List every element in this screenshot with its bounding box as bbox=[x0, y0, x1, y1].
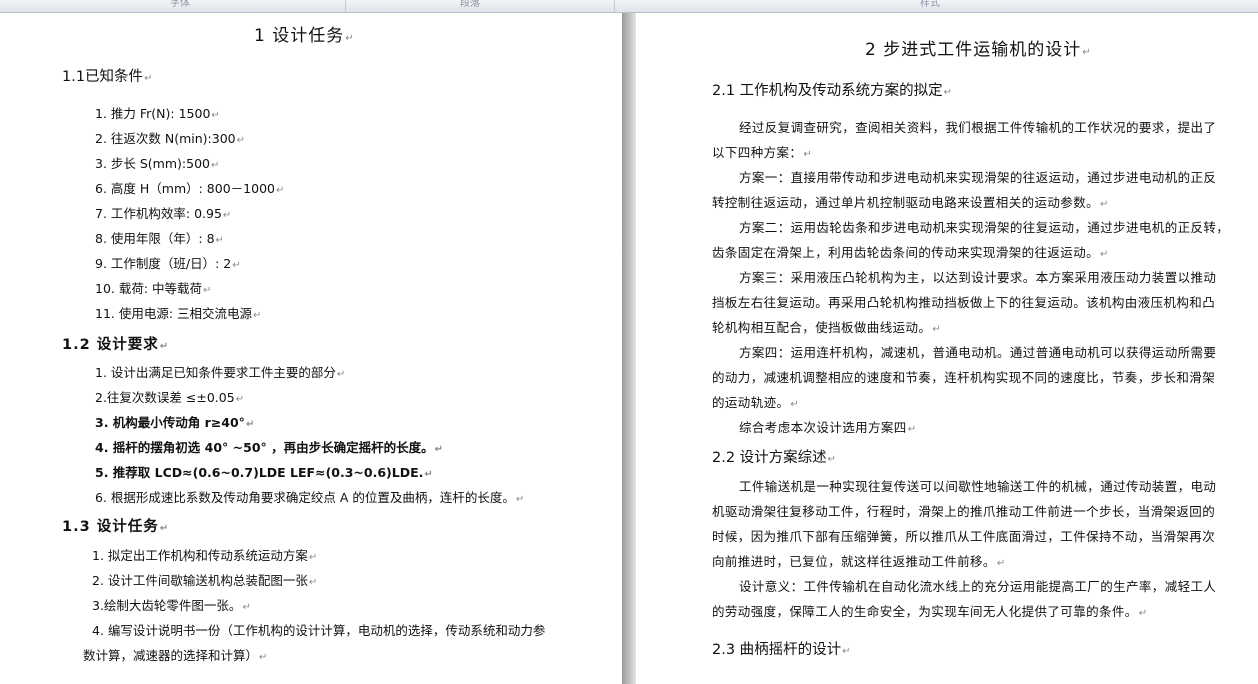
ribbon-group-font[interactable]: 字体 bbox=[110, 0, 250, 9]
ribbon-group-paragraph[interactable]: 段落 bbox=[400, 0, 540, 9]
list-item: 10. 载荷: 中等载荷↵ bbox=[95, 281, 212, 296]
chapter-title: 1 设计任务↵ bbox=[254, 26, 355, 46]
section-title: 1.3 设计任务↵ bbox=[62, 519, 170, 535]
section-title: 1.2 设计要求↵ bbox=[62, 337, 170, 353]
section-title: 2.3 曲柄摇杆的设计↵ bbox=[712, 642, 851, 658]
section-title: 1.1已知条件↵ bbox=[62, 69, 153, 85]
paragraph-line: 向前推进时，已复位，就这样往返推动工件前移。↵ bbox=[712, 554, 1006, 569]
paragraph-line: 时候，因为推爪下部有压缩弹簧，所以推爪从工件底面滑过，工件保持不动，当滑架再次 bbox=[712, 529, 1216, 544]
paragraph-line: 方案二：运用齿轮齿条和步进电动机来实现滑架的往复运动，通过步进电机的正反转， bbox=[739, 220, 1230, 235]
list-item: 1. 拟定出工作机构和传动系统运动方案↵ bbox=[92, 548, 318, 563]
document-page-right[interactable]: 2 步进式工件运输机的设计↵ 2.1 工作机构及传动系统方案的拟定↵ 经过反复调… bbox=[636, 13, 1258, 684]
list-item-continuation: 数计算，减速器的选择和计算）↵ bbox=[83, 648, 268, 663]
list-item: 3.绘制大齿轮零件图一张。↵ bbox=[92, 598, 251, 613]
ribbon-strip: 字体 段落 样式 bbox=[0, 0, 1258, 13]
paragraph-line: 的劳动强度，保障工人的生命安全，为实现车间无人化提供了可靠的条件。↵ bbox=[712, 604, 1148, 619]
paragraph-line: 以下四种方案：↵ bbox=[712, 145, 813, 160]
paragraph-line: 经过反复调查研究，查阅相关资料，我们根据工件传输机的工作状况的要求，提出了 bbox=[739, 120, 1217, 135]
paragraph-line: 转控制往返运动，通过单片机控制驱动电路来设置相关的运动参数。↵ bbox=[712, 195, 1109, 210]
list-item: 1. 推力 Fr(N): 1500↵ bbox=[95, 106, 220, 121]
paragraph-line: 方案三：采用液压凸轮机构为主，以达到设计要求。本方案采用液压动力装置以推动 bbox=[739, 270, 1217, 285]
list-item: 11. 使用电源: 三相交流电源↵ bbox=[95, 306, 262, 321]
ribbon-separator bbox=[614, 0, 615, 12]
list-item: 7. 工作机构效率: 0.95↵ bbox=[95, 206, 232, 221]
list-item: 6. 根据形成速比系数及传动角要求确定绞点 A 的位置及曲柄，连杆的长度。↵ bbox=[95, 490, 525, 505]
list-item: 2. 往返次数 N(min):300↵ bbox=[95, 131, 246, 146]
list-item: 1. 设计出满足已知条件要求工件主要的部分↵ bbox=[95, 365, 346, 380]
paragraph-line: 轮机构相互配合，使挡板做曲线运动。↵ bbox=[712, 320, 942, 335]
list-item: 6. 高度 H（mm）: 800－1000↵ bbox=[95, 181, 285, 196]
list-item: 3. 步长 S(mm):500↵ bbox=[95, 156, 220, 171]
chapter-title: 2 步进式工件运输机的设计↵ bbox=[865, 40, 1092, 60]
paragraph-line: 综合考虑本次设计选用方案四↵ bbox=[739, 420, 917, 435]
list-item: 4. 摇杆的摆角初选 40° ~50° ，再由步长确定摇杆的长度。↵ bbox=[95, 440, 444, 455]
list-item: 4. 编写设计说明书一份（工作机构的设计计算，电动机的选择，传动系统和动力参 bbox=[92, 623, 546, 638]
paragraph-line: 的动力，减速机调整相应的速度和节奏，连杆机构实现不同的速度比，节奏，步长和滑架 bbox=[712, 370, 1216, 385]
list-item: 3. 机构最小传动角 r≥40°↵ bbox=[95, 415, 255, 430]
paragraph-line: 的运动轨迹。↵ bbox=[712, 395, 800, 410]
paragraph-line: 工件输送机是一种实现往复传送可以间歇性地输送工件的机械，通过传动装置，电动 bbox=[739, 479, 1217, 494]
list-item: 8. 使用年限（年）: 8↵ bbox=[95, 231, 224, 246]
paragraph-line: 方案一：直接用带传动和步进电动机来实现滑架的往返运动，通过步进电动机的正反 bbox=[739, 170, 1217, 185]
document-page-left[interactable]: 1 设计任务↵ 1.1已知条件↵ 1. 推力 Fr(N): 1500↵ 2. 往… bbox=[0, 13, 622, 684]
list-item: 2.往复次数误差 ≤±0.05↵ bbox=[95, 390, 245, 405]
section-title: 2.2 设计方案综述↵ bbox=[712, 450, 837, 466]
paragraph-line: 方案四：运用连杆机构，减速机，普通电动机。通过普通电动机可以获得运动所需要 bbox=[739, 345, 1217, 360]
ribbon-separator bbox=[345, 0, 346, 12]
paragraph-line: 齿条固定在滑架上，利用齿轮齿条间的传动来实现滑架的往返运动。↵ bbox=[712, 245, 1109, 260]
paragraph-line: 挡板左右往复运动。再采用凸轮机构推动挡板做上下的往复运动。该机构由液压机构和凸 bbox=[712, 295, 1216, 310]
paragraph-line: 机驱动滑架往复移动工件，行程时，滑架上的推爪推动工件前进一个步长，当滑架返回的 bbox=[712, 504, 1216, 519]
list-item: 5. 推荐取 LCD≈(0.6~0.7)LDE LEF≈(0.3~0.6)LDE… bbox=[95, 465, 433, 480]
page-gutter bbox=[622, 13, 636, 684]
paragraph-line: 设计意义：工件传输机在自动化流水线上的充分运用能提高工厂的生产率，减轻工人 bbox=[739, 579, 1217, 594]
ribbon-group-styles[interactable]: 样式 bbox=[860, 0, 1000, 9]
list-item: 9. 工作制度（班/日）: 2↵ bbox=[95, 256, 241, 271]
section-title: 2.1 工作机构及传动系统方案的拟定↵ bbox=[712, 83, 953, 99]
list-item: 2. 设计工件间歇输送机构总装配图一张↵ bbox=[92, 573, 318, 588]
